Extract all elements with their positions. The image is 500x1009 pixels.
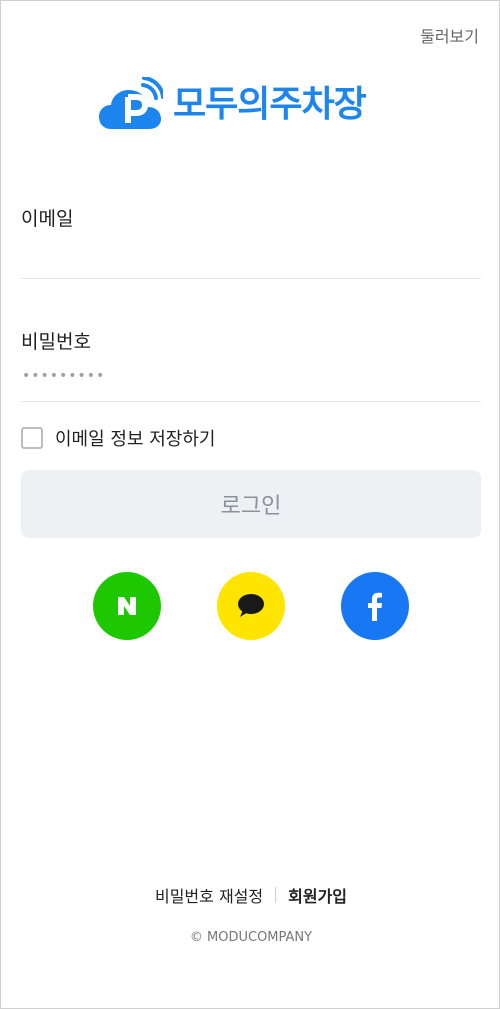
save-email-toggle[interactable]: 이메일 정보 저장하기 — [21, 425, 215, 451]
app-frame: 둘러보기 모두의주차장 이메일 비밀번호 ••••••••• 이메일 정보 저장… — [0, 0, 500, 1009]
brand-logo: 모두의주차장 — [99, 77, 367, 133]
kakao-login-button[interactable] — [217, 572, 285, 640]
email-divider — [21, 278, 481, 279]
naver-login-button[interactable] — [93, 572, 161, 640]
reset-password-link[interactable]: 비밀번호 재설정 — [155, 883, 263, 907]
login-button[interactable]: 로그인 — [21, 470, 481, 538]
email-label: 이메일 — [21, 208, 74, 230]
footer-divider — [275, 887, 277, 903]
save-email-checkbox[interactable] — [21, 427, 43, 449]
facebook-f-icon — [368, 592, 382, 621]
browse-link[interactable]: 둘러보기 — [420, 23, 479, 47]
password-label: 비밀번호 — [21, 331, 91, 353]
password-divider — [21, 401, 481, 402]
signup-link[interactable]: 회원가입 — [288, 883, 347, 907]
footer-links: 비밀번호 재설정 회원가입 — [1, 883, 500, 907]
facebook-login-button[interactable] — [341, 572, 409, 640]
speech-bubble-icon — [238, 594, 264, 617]
password-field[interactable]: ••••••••• — [22, 369, 105, 383]
naver-n-icon — [118, 597, 136, 615]
parking-cloud-icon — [99, 77, 163, 129]
save-email-label: 이메일 정보 저장하기 — [55, 429, 216, 450]
brand-name: 모두의주차장 — [173, 84, 367, 125]
copyright: © MODUCOMPANY — [189, 930, 313, 945]
email-field[interactable] — [21, 237, 481, 277]
